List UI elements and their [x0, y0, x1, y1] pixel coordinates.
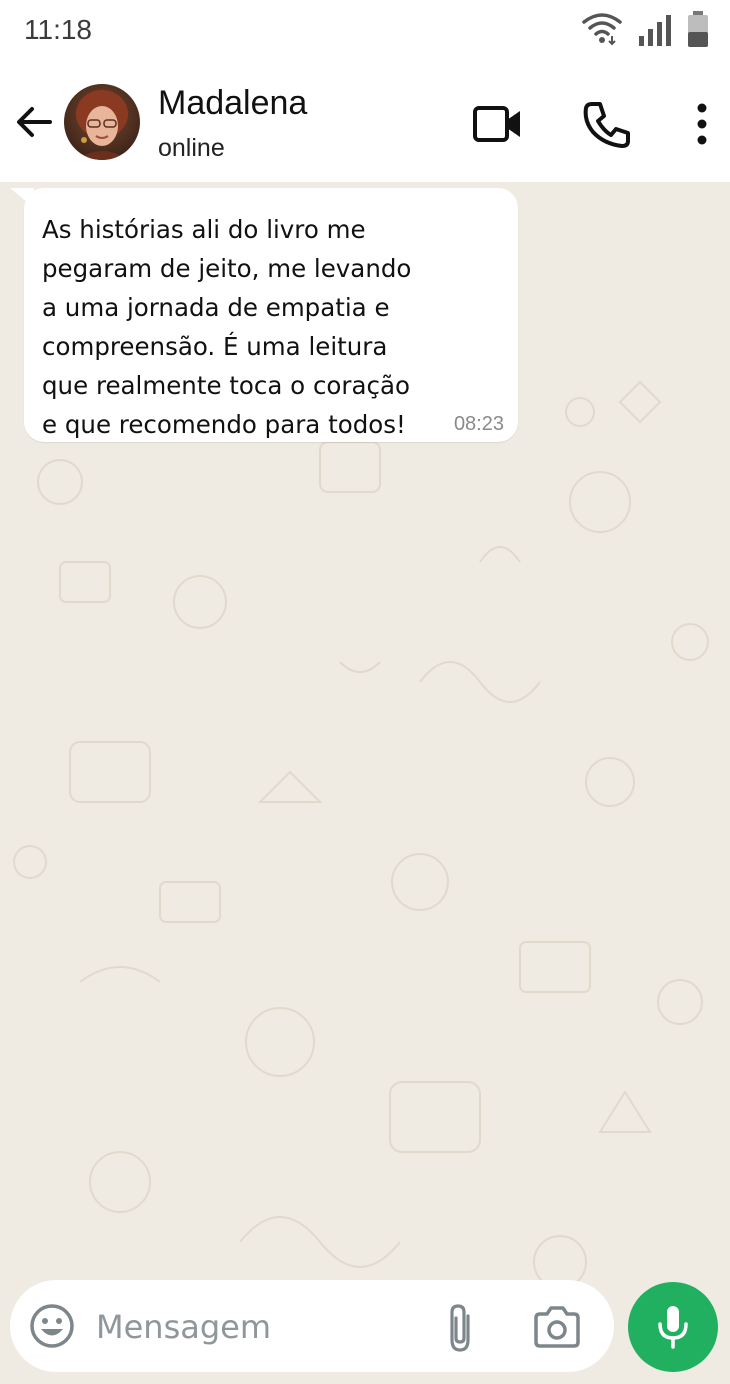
phone-icon[interactable]: [578, 96, 634, 152]
signal-icon: [639, 15, 671, 46]
message-composer: [10, 1280, 614, 1372]
more-options-icon[interactable]: [674, 96, 730, 152]
avatar[interactable]: [64, 84, 140, 160]
status-time: 11:18: [24, 14, 92, 45]
arrow-left-icon[interactable]: [12, 100, 56, 144]
video-call-icon[interactable]: [470, 96, 526, 152]
contact-status: online: [158, 134, 225, 162]
microphone-icon: [658, 1306, 688, 1349]
wifi-icon: [582, 13, 622, 46]
emoji-icon[interactable]: [28, 1302, 76, 1350]
chat-header: Madalena online: [0, 64, 730, 182]
status-bar: 11:18: [0, 0, 730, 64]
battery-icon: [688, 11, 708, 47]
message-bubble-incoming[interactable]: As histórias ali do livro me pegaram de …: [24, 188, 518, 442]
chat-area[interactable]: As histórias ali do livro me pegaram de …: [0, 182, 730, 1384]
camera-icon[interactable]: [532, 1304, 582, 1350]
message-input[interactable]: [96, 1302, 426, 1352]
microphone-button[interactable]: [628, 1282, 718, 1372]
contact-name[interactable]: Madalena: [158, 84, 307, 123]
message-time: 08:23: [453, 413, 504, 435]
message-text: As histórias ali do livro me pegaram de …: [42, 215, 412, 439]
paperclip-icon[interactable]: [440, 1302, 480, 1354]
avatar-image: [64, 84, 140, 160]
